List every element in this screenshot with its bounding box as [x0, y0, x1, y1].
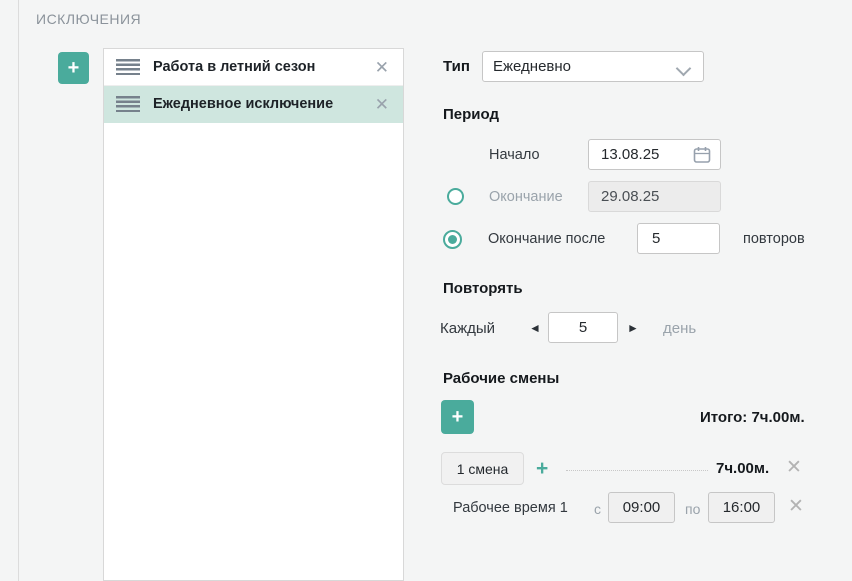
interval-input[interactable] [548, 312, 618, 343]
every-label: Каждый [440, 320, 495, 337]
time-from-input[interactable] [608, 492, 675, 523]
list-item-label: Ежедневное исключение [153, 96, 375, 112]
time-to-input[interactable] [708, 492, 775, 523]
radio-dot [448, 235, 457, 244]
decrement-arrow-icon[interactable]: ◄ [529, 322, 541, 334]
repeat-heading: Повторять [443, 280, 523, 297]
to-label: по [685, 501, 700, 517]
list-item[interactable]: Работа в летний сезон ✕ [104, 49, 403, 86]
list-item-label: Работа в летний сезон [153, 59, 375, 75]
plus-icon: + [452, 407, 464, 427]
drag-handle-icon[interactable] [116, 96, 140, 112]
type-select[interactable]: Ежедневно [482, 51, 704, 82]
total-label: Итого: 7ч.00м. [700, 409, 805, 426]
repeats-suffix: повторов [743, 231, 805, 247]
end-label: Окончание [489, 189, 563, 205]
delete-worktime-icon[interactable]: ✕ [788, 497, 804, 516]
type-label: Тип [443, 58, 470, 75]
increment-arrow-icon[interactable]: ► [627, 322, 639, 334]
end-after-label: Окончание после [488, 231, 605, 247]
radio-end-date[interactable] [447, 188, 464, 205]
end-date-input[interactable] [588, 181, 721, 212]
worktime-label: Рабочее время 1 [453, 500, 568, 516]
close-icon[interactable]: ✕ [375, 59, 389, 76]
left-divider [18, 0, 19, 581]
add-exception-button[interactable]: + [58, 52, 89, 84]
add-interval-icon[interactable]: + [536, 458, 548, 479]
chevron-down-icon [676, 61, 692, 77]
from-label: с [594, 501, 601, 517]
list-item-selected[interactable]: Ежедневное исключение ✕ [104, 86, 403, 123]
plus-icon: + [68, 58, 80, 78]
repeat-count-input[interactable] [637, 223, 720, 254]
page-title: ИСКЛЮЧЕНИЯ [36, 11, 141, 27]
shift-name: 1 смена [457, 461, 509, 477]
delete-shift-icon[interactable]: ✕ [786, 458, 802, 477]
start-label: Начало [489, 147, 540, 163]
close-icon[interactable]: ✕ [375, 96, 389, 113]
add-shift-button[interactable]: + [441, 400, 474, 434]
exceptions-list: Работа в летний сезон ✕ Ежедневное исклю… [103, 48, 404, 581]
shift-chip[interactable]: 1 смена [441, 452, 524, 485]
type-select-value: Ежедневно [493, 58, 571, 75]
start-date-input[interactable] [588, 139, 721, 170]
dotted-leader [566, 470, 708, 471]
drag-handle-icon[interactable] [116, 59, 140, 75]
period-heading: Период [443, 106, 499, 123]
shifts-heading: Рабочие смены [443, 370, 559, 387]
radio-end-after[interactable] [443, 230, 462, 249]
exceptions-screen: ИСКЛЮЧЕНИЯ + Работа в летний сезон ✕ Еже… [0, 0, 852, 581]
interval-unit: день [663, 320, 696, 337]
shift-duration: 7ч.00м. [716, 460, 769, 477]
